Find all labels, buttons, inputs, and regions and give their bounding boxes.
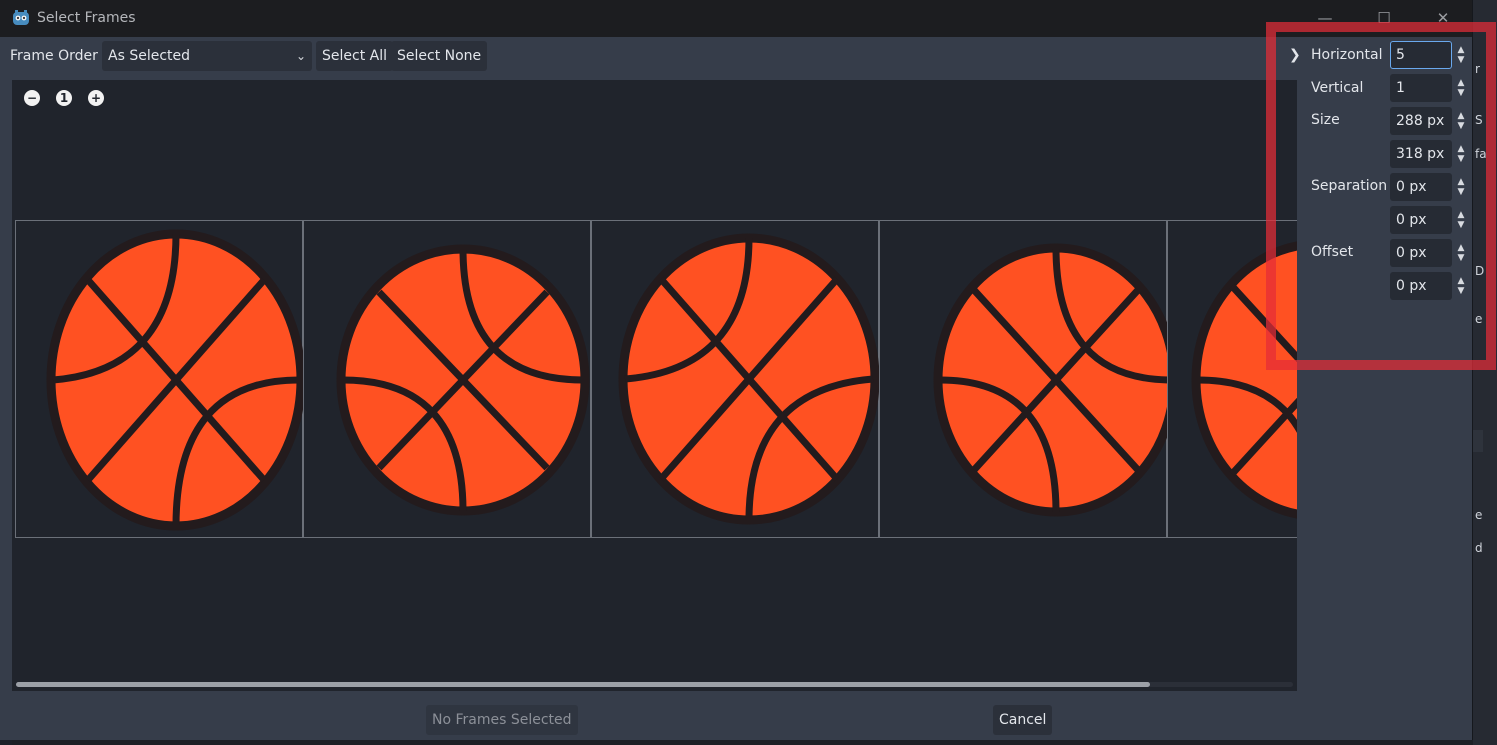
horizontal-scrollbar[interactable] <box>16 682 1293 687</box>
frame-cell[interactable] <box>15 220 304 538</box>
chevron-down-icon: ⌄ <box>295 49 306 63</box>
basketball-sprite <box>933 243 1168 517</box>
select-none-button[interactable]: Select None <box>391 41 488 71</box>
frame-cell[interactable] <box>591 220 880 538</box>
frame-order-select[interactable]: As Selected ⌄ <box>102 41 312 71</box>
cancel-button[interactable]: Cancel <box>993 705 1053 735</box>
sprite-sheet <box>15 220 1297 538</box>
bg-fragment: e <box>1475 508 1483 522</box>
scrollbar-thumb[interactable] <box>16 682 1150 687</box>
frame-order-value: As Selected <box>108 48 191 64</box>
select-frames-dialog: Select Frames — ☐ ✕ Frame Order As Selec… <box>0 0 1473 740</box>
title-bar: Select Frames — ☐ ✕ <box>0 0 1472 37</box>
basketball-sprite <box>336 244 590 516</box>
bg-fragment: d <box>1475 541 1483 555</box>
frame-preview-canvas[interactable]: − 1 + <box>12 80 1297 691</box>
no-frames-selected-button[interactable]: No Frames Selected <box>426 705 578 735</box>
godot-icon <box>13 10 29 25</box>
frame-cell[interactable] <box>303 220 591 538</box>
bg-band <box>1473 430 1483 452</box>
select-all-button[interactable]: Select All <box>316 41 393 71</box>
frame-cell[interactable] <box>879 220 1168 538</box>
highlight-annotation <box>1266 22 1496 370</box>
frame-order-label: Frame Order <box>10 48 98 64</box>
toolbar: Frame Order As Selected ⌄ Select All Sel… <box>0 37 1297 75</box>
basketball-sprite <box>46 229 304 531</box>
zoom-in-icon[interactable]: + <box>88 90 104 106</box>
basketball-sprite <box>618 233 880 525</box>
zoom-reset-icon[interactable]: 1 <box>56 90 72 106</box>
zoom-out-icon[interactable]: − <box>24 90 40 106</box>
window-title: Select Frames <box>37 10 136 26</box>
